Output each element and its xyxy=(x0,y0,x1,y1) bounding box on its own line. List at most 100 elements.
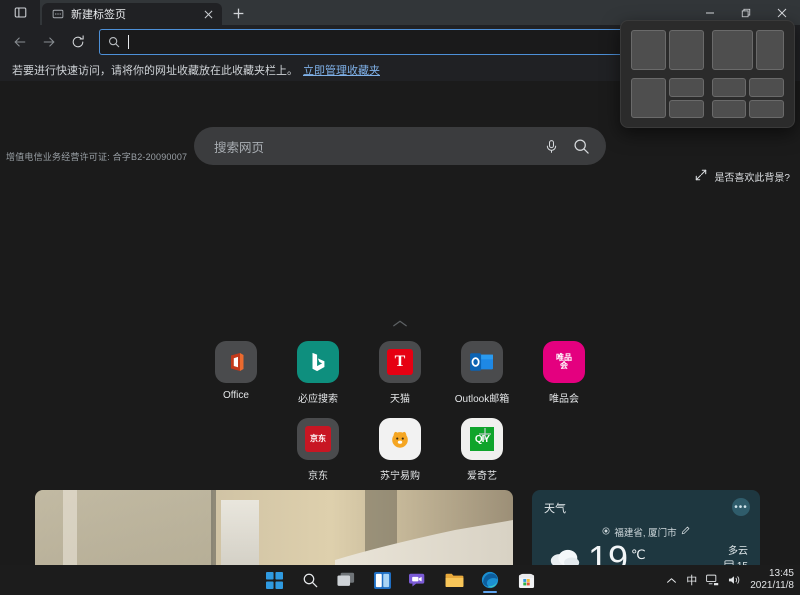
shortcut-bing[interactable]: 必应搜索 xyxy=(295,341,341,405)
snap-zone[interactable] xyxy=(668,78,704,97)
shortcut-outlook[interactable]: Outlook邮箱 xyxy=(455,341,509,405)
shortcut-row-2: 京东 京东 苏宁易购 QIY 爱奇艺 xyxy=(0,418,800,482)
microphone-icon[interactable] xyxy=(544,139,559,154)
weather-current: 19 ℃ 多云 15 xyxy=(544,541,748,565)
shortcut-row-1: Office 必应搜索 T 天猫 Outlook邮箱 唯品 会 唯品会 xyxy=(0,341,800,405)
content-cards: 家经宝增大家庭值这不真见！多地物价连生例涨 天气 ••• 福建省, 厦门市 xyxy=(35,490,760,565)
new-tab-button[interactable] xyxy=(225,2,251,24)
add-shortcut-button[interactable] xyxy=(477,426,493,446)
snap-zone[interactable] xyxy=(631,78,666,118)
shortcut-label: 必应搜索 xyxy=(298,394,338,405)
search-icon xyxy=(108,36,120,48)
weather-location-row[interactable]: 福建省, 厦门市 xyxy=(544,525,748,539)
new-tab-favicon xyxy=(51,8,64,21)
shortcut-jd[interactable]: 京东 京东 xyxy=(295,418,341,482)
location-pin-icon xyxy=(602,526,610,538)
start-icon[interactable] xyxy=(261,567,287,593)
snap-zone[interactable] xyxy=(631,30,666,70)
teams-chat-icon[interactable] xyxy=(405,567,431,593)
search-icon[interactable] xyxy=(297,567,323,593)
clock-time: 13:45 xyxy=(768,567,794,579)
refresh-icon[interactable] xyxy=(64,28,92,56)
tab-title: 新建标签页 xyxy=(71,9,126,21)
snap-layouts-flyout[interactable] xyxy=(620,20,795,128)
shortcut-label: Outlook邮箱 xyxy=(454,394,510,405)
search-box[interactable]: 搜索网页 xyxy=(194,127,606,165)
shortcut-suning[interactable]: 苏宁易购 xyxy=(377,418,423,482)
snap-zone[interactable] xyxy=(668,30,704,70)
snap-zone[interactable] xyxy=(711,99,747,118)
tab-search-button[interactable] xyxy=(0,0,40,25)
snap-zone[interactable] xyxy=(668,99,704,118)
snap-layout-left-full-right-stacked[interactable] xyxy=(631,78,704,118)
jd-icon: 京东 xyxy=(297,418,339,460)
snap-layout-two-equal-columns[interactable] xyxy=(631,30,704,70)
outlook-icon xyxy=(461,341,503,383)
shortcut-label: 爱奇艺 xyxy=(467,471,497,482)
vip-icon: 唯品会 xyxy=(543,341,585,383)
shortcut-vip[interactable]: 唯品会 唯品会 xyxy=(541,341,587,405)
expand-icon xyxy=(695,169,707,184)
weather-condition: 多云 xyxy=(728,546,748,557)
pencil-icon[interactable] xyxy=(681,526,690,538)
weather-title: 天气 xyxy=(544,503,566,515)
manage-favorites-link[interactable]: 立即管理收藏夹 xyxy=(303,62,380,78)
taskbar: 中 13:45 2021/11/8 xyxy=(0,565,800,595)
bing-icon xyxy=(297,341,339,383)
shortcut-label: 苏宁易购 xyxy=(380,471,420,482)
suning-icon xyxy=(379,418,421,460)
shortcut-tiles: Office 必应搜索 T 天猫 Outlook邮箱 唯品 会 唯品会 京东 京… xyxy=(0,341,800,495)
shortcut-tmall[interactable]: T 天猫 xyxy=(377,341,423,405)
snap-zone[interactable] xyxy=(749,99,784,118)
snap-zone[interactable] xyxy=(749,78,784,97)
search-area: 搜索网页 xyxy=(0,127,800,165)
bookmarks-hint: 若要进行快速访问，请将你的网址收藏放在此收藏夹栏上。 xyxy=(12,65,298,77)
forward-arrow-icon[interactable] xyxy=(35,28,63,56)
shortcut-label: 京东 xyxy=(308,471,328,482)
task-view-icon[interactable] xyxy=(333,567,359,593)
background-preference[interactable]: 是否喜欢此背景? xyxy=(695,169,790,184)
weather-card[interactable]: 天气 ••• 福建省, 厦门市 19 ℃ 多云 xyxy=(532,490,760,565)
network-icon[interactable] xyxy=(706,574,719,586)
shortcut-label: 天猫 xyxy=(390,394,410,405)
edge-icon[interactable] xyxy=(477,567,503,593)
back-arrow-icon[interactable] xyxy=(6,28,34,56)
snap-layout-four-quadrants[interactable] xyxy=(711,78,784,118)
shortcut-label: Office xyxy=(223,390,249,401)
microsoft-store-icon[interactable] xyxy=(513,567,539,593)
shortcut-office[interactable]: Office xyxy=(213,341,259,405)
text-caret xyxy=(128,35,129,49)
weather-detail: 多云 15 xyxy=(724,544,748,565)
office-icon xyxy=(215,341,257,383)
background-preference-label: 是否喜欢此背景? xyxy=(714,173,790,184)
weather-temperature: 19 xyxy=(588,538,629,566)
news-card[interactable]: 家经宝增大家庭值这不真见！多地物价连生例涨 xyxy=(35,490,513,565)
snap-zone[interactable] xyxy=(711,78,747,97)
tab-close-icon[interactable] xyxy=(201,7,216,22)
taskbar-items xyxy=(261,567,539,593)
snap-zone[interactable] xyxy=(711,30,753,70)
weather-unit: ℃ xyxy=(631,547,646,562)
clock-date: 2021/11/8 xyxy=(750,580,794,591)
news-image xyxy=(35,490,513,565)
volume-icon[interactable] xyxy=(728,574,741,586)
search-icon[interactable] xyxy=(573,138,590,155)
tmall-icon: T xyxy=(379,341,421,383)
browser-tab[interactable]: 新建标签页 xyxy=(42,3,222,25)
chevron-up-icon[interactable] xyxy=(666,577,677,584)
weather-location: 福建省, 厦门市 xyxy=(614,528,677,539)
shortcut-label: 唯品会 xyxy=(549,394,579,405)
cloudy-icon xyxy=(548,544,582,565)
system-tray: 中 13:45 2021/11/8 xyxy=(666,568,794,593)
clock[interactable]: 13:45 2021/11/8 xyxy=(750,568,794,593)
search-input[interactable]: 搜索网页 xyxy=(214,137,530,156)
new-tab-page: 增值电信业务经营许可证: 合字B2-20090007 搜索网页 Office 必… xyxy=(0,81,800,565)
widgets-icon[interactable] xyxy=(369,567,395,593)
file-explorer-icon[interactable] xyxy=(441,567,467,593)
ime-indicator[interactable]: 中 xyxy=(686,572,697,588)
chevron-up-icon[interactable] xyxy=(392,319,408,328)
snap-layout-wide-left-narrow-right[interactable] xyxy=(711,30,785,70)
desktop-screen: 新建标签页 若要进行快速访问，请将你的网址收藏放在此收藏夹栏上。 立即管理收藏夹… xyxy=(0,0,800,595)
weather-more-button[interactable]: ••• xyxy=(732,498,750,516)
snap-zone[interactable] xyxy=(755,30,784,70)
